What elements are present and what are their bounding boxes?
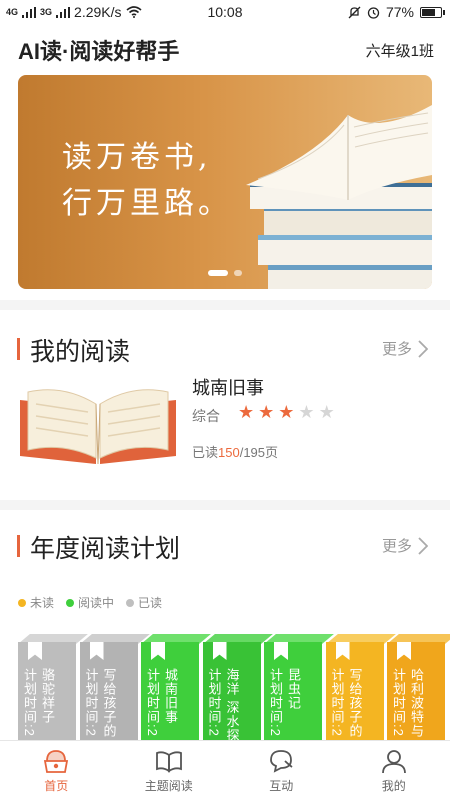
home-icon [44,750,69,773]
pages-total: /195页 [239,445,279,460]
nav-label: 我的 [381,779,406,793]
bottom-nav: 首页 主题阅读 互动 我的 [0,740,450,800]
nav-theme-reading[interactable]: 主题阅读 [113,741,226,800]
plan-time: 计划时间:2 [391,668,406,737]
chevron-right-icon [418,536,428,555]
legend-label: 未读 [30,596,55,610]
section-accent-bar [17,535,20,557]
bookshelf: 计划时间:2 骆驼祥子 计划时间:2 写给孩子的 计划时间:2 城南旧事 计划时间:2 海洋 … [0,628,450,740]
mute-bell-icon [348,6,361,18]
battery-percent: 77% [385,4,414,20]
legend-item: 已读 [126,594,162,611]
status-legend: 未读 阅读中 已读 [18,594,162,611]
legend-dot [66,598,75,607]
carousel-dot-active[interactable] [208,270,228,276]
app-header: AI读·阅读好帮手 六年级1班 [0,28,450,70]
my-reading-header: 我的阅读 更多 [0,330,450,366]
legend-label: 已读 [138,596,163,610]
plan-time: 计划时间:2 [329,668,345,737]
banner-slogan: 读万卷书, 行万里路。 [62,135,232,227]
star-filled-icon: ★ [258,402,275,422]
carousel-indicator [208,270,242,276]
progress-prefix: 已读 [192,445,219,460]
promo-banner[interactable]: 读万卷书, 行万里路。 [18,75,432,289]
plan-book[interactable]: 计划时间:2 海洋 深水探 [202,634,273,740]
more-label: 更多 [381,538,412,555]
plan-time: 计划时间:2 [206,668,222,737]
plan-book-title: 昆虫记 [286,668,301,710]
more-label: 更多 [381,341,412,358]
pages-read: 150 [218,445,240,460]
section-accent-bar [17,338,20,360]
nav-label: 主题阅读 [144,779,193,793]
plan-time: 计划时间:2 [268,668,283,737]
plan-book[interactable]: 计划时间:2 城南旧事 [141,634,211,740]
alarm-icon [367,6,380,19]
nav-label: 互动 [269,779,294,793]
book-category: 综合 [192,408,220,424]
annual-plan-more-link[interactable]: 更多 [382,535,428,556]
chat-icon [270,750,293,773]
star-filled-icon: ★ [238,402,255,422]
status-bar: 4G 3G 2.29K/s 10:08 77% [0,0,450,24]
nav-label: 首页 [44,779,69,793]
book-title: 城南旧事 [192,378,264,398]
section-title: 年度阅读计划 [30,535,181,563]
app-title: AI读·阅读好帮手 [18,39,180,64]
legend-item: 阅读中 [66,594,114,611]
plan-book[interactable]: 计划时间:2 骆驼祥子 [18,634,88,740]
plan-time: 计划时间:2 [22,668,37,737]
annual-plan-header: 年度阅读计划 更多 [0,527,450,563]
legend-dot [126,598,135,607]
plan-book-title: 骆驼祥子 [40,668,55,724]
nav-interact[interactable]: 互动 [225,741,338,800]
section-divider [0,300,450,310]
section-title: 我的阅读 [30,338,131,366]
nav-profile[interactable]: 我的 [338,741,450,800]
star-empty-icon: ★ [298,402,315,422]
book-rating: ★ ★ ★ ★ ★ [238,402,335,422]
user-icon [381,750,406,774]
banner-line-2: 行万里路。 [62,186,232,221]
plan-book-title: 写给孩子的 [101,668,117,738]
banner-line-1: 读万卷书, [62,140,212,175]
star-empty-icon: ★ [318,402,335,422]
plan-time: 计划时间:2 [83,668,99,737]
battery-icon [420,6,445,18]
reading-progress: 已读150/195页 [192,442,278,461]
plan-book-title: 写给孩子的 [347,668,363,738]
class-selector[interactable]: 六年级1班 [366,40,434,61]
carousel-dot[interactable] [234,270,242,276]
legend-item: 未读 [18,594,54,611]
open-book-icon [20,389,176,465]
my-reading-more-link[interactable]: 更多 [382,338,428,359]
section-divider [0,500,450,510]
plan-book-title: 哈利波特与 [409,668,424,738]
plan-book[interactable]: 计划时间:2 昆虫记 [264,634,334,740]
plan-book[interactable]: 计划时间:2 写给孩子的 [79,634,150,740]
chevron-right-icon [418,339,428,358]
plan-book[interactable]: 计划时间:2 写给孩子的 [325,634,396,740]
legend-label: 阅读中 [78,596,115,610]
nav-home[interactable]: 首页 [0,741,113,800]
plan-book-title: 海洋 深水探 [224,668,240,740]
book-icon [155,751,182,773]
plan-book-title: 城南旧事 [163,668,178,724]
star-filled-icon: ★ [278,402,295,422]
legend-dot [18,598,26,607]
plan-book[interactable]: 计划时间:2 哈利波特与 [387,634,450,740]
plan-time: 计划时间:2 [145,668,160,737]
current-book-card[interactable]: 城南旧事 综合 ★ ★ ★ ★ ★ 已读150/195页 [18,372,432,472]
